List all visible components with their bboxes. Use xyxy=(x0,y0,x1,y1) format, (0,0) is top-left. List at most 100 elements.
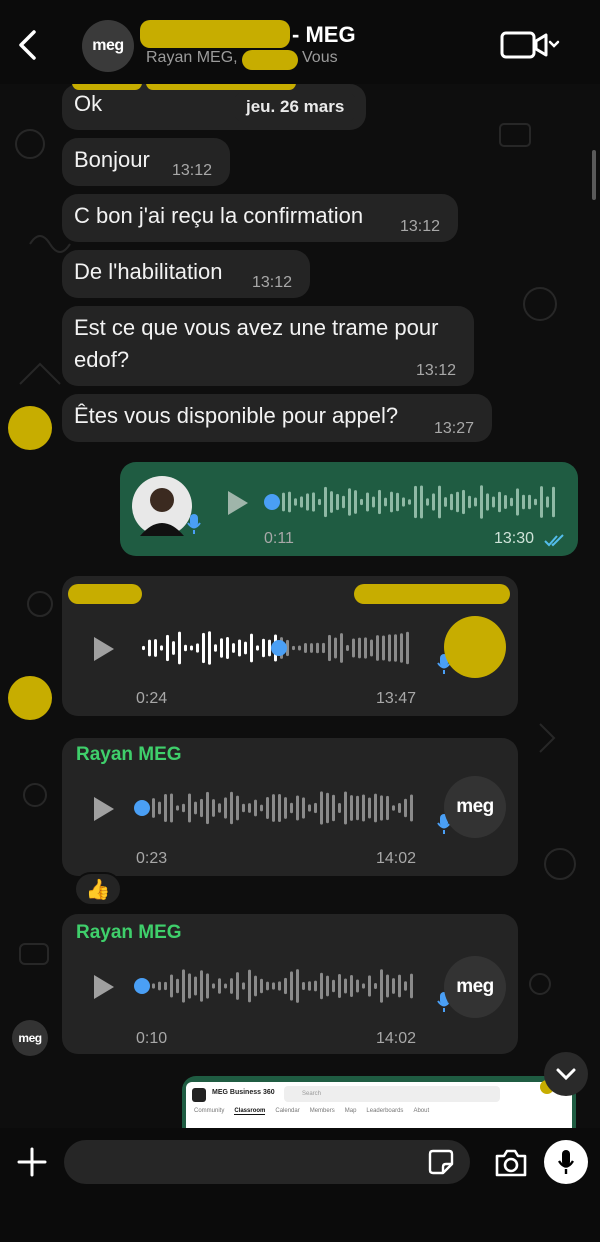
message-text: Êtes vous disponible pour appel? xyxy=(74,403,399,428)
group-title[interactable]: - MEG xyxy=(292,22,356,48)
waveform-bar xyxy=(356,979,359,993)
waveform-bar xyxy=(504,495,507,509)
waveform-bar xyxy=(474,497,477,507)
voice-waveform[interactable] xyxy=(264,482,560,522)
plus-icon[interactable] xyxy=(16,1146,48,1178)
message-bubble[interactable]: Êtes vous disponible pour appel? 13:27 xyxy=(62,394,492,442)
waveform-bar xyxy=(374,982,377,990)
waveform-bar xyxy=(398,803,401,813)
sender-avatar[interactable]: meg xyxy=(12,1020,48,1056)
back-chevron-icon[interactable] xyxy=(14,28,42,62)
waveform-bar xyxy=(308,804,311,812)
waveform-bar xyxy=(414,485,417,519)
waveform-bar xyxy=(302,797,305,819)
waveform-bar xyxy=(360,498,363,506)
message-time: 14:02 xyxy=(376,850,417,867)
waveform-bar xyxy=(326,975,329,997)
participants-you: Vous xyxy=(302,49,338,66)
message-time: 13:47 xyxy=(376,690,417,707)
message-bubble[interactable]: Bonjour 13:12 xyxy=(62,138,230,186)
waveform-bar xyxy=(242,982,245,990)
redacted-sender-avatar[interactable] xyxy=(8,676,52,720)
waveform-bar xyxy=(328,634,331,662)
image-message-preview[interactable]: MEG Business 360 Search Community Classr… xyxy=(182,1076,576,1128)
message-bubble[interactable]: Est ce que vous avez une trame pour edof… xyxy=(62,306,474,386)
preview-title: MEG Business 360 xyxy=(212,1089,275,1096)
record-voice-button[interactable] xyxy=(544,1140,588,1184)
message-bubble[interactable]: De l'habilitation 13:12 xyxy=(62,250,310,298)
waveform-bar xyxy=(298,645,301,651)
waveform-bar xyxy=(268,639,271,657)
waveform-bar xyxy=(218,803,221,813)
incoming-voice-message[interactable]: Rayan MEG meg 0:10 14:02 xyxy=(62,914,518,1054)
waveform-bar xyxy=(152,983,155,989)
waveform-bar xyxy=(224,797,227,819)
preview-tab: Community xyxy=(194,1108,225,1114)
chat-area[interactable]: Ok jeu. 26 mars Bonjour 13:12 C bon j'ai… xyxy=(0,84,600,1128)
play-icon[interactable] xyxy=(92,974,116,1000)
read-ticks-icon xyxy=(544,534,564,547)
meg-logo: meg xyxy=(456,796,494,817)
waveform-bar xyxy=(158,981,161,991)
message-input[interactable] xyxy=(64,1140,470,1184)
waveform-bar xyxy=(296,969,299,1003)
preview-tabs: Community Classroom Calendar Members Map… xyxy=(194,1108,429,1115)
waveform-bar xyxy=(184,644,187,652)
waveform-bar xyxy=(346,645,349,651)
waveform-bar xyxy=(344,978,347,994)
waveform-bar xyxy=(294,498,297,506)
scrollbar[interactable] xyxy=(592,150,596,200)
play-icon[interactable] xyxy=(92,796,116,822)
play-icon[interactable] xyxy=(226,490,250,516)
sender-avatar: meg xyxy=(444,776,506,838)
waveform-bar xyxy=(250,633,253,663)
message-text: De l'habilitation xyxy=(74,259,223,284)
date-separator: jeu. 26 mars xyxy=(234,92,357,122)
waveform-bar xyxy=(320,791,323,825)
sender-name[interactable]: Rayan MEG xyxy=(76,922,182,944)
message-time: 13:27 xyxy=(434,420,475,437)
outgoing-voice-message[interactable]: 0:11 13:30 xyxy=(120,462,578,556)
waveform-bar xyxy=(376,635,379,661)
scroll-to-bottom-button[interactable] xyxy=(544,1052,588,1096)
waveform-bar xyxy=(320,972,323,1000)
waveform-bar xyxy=(152,798,155,818)
message-time: 13:12 xyxy=(252,274,293,291)
voice-waveform[interactable] xyxy=(142,628,416,668)
thumbs-up-reaction[interactable]: 👍 xyxy=(74,872,122,906)
message-bubble[interactable]: C bon j'ai reçu la confirmation 13:12 xyxy=(62,194,458,242)
waveform-bar xyxy=(208,631,211,665)
meg-logo: meg xyxy=(456,976,494,997)
waveform-bar xyxy=(314,980,317,992)
waveform-bar xyxy=(224,983,227,989)
preview-tab: Calendar xyxy=(275,1108,300,1114)
group-avatar[interactable]: meg xyxy=(82,20,134,72)
redacted-sender-avatar[interactable] xyxy=(8,406,52,450)
play-icon[interactable] xyxy=(92,636,116,662)
voice-waveform[interactable] xyxy=(134,788,418,828)
waveform-bar xyxy=(398,974,401,998)
waveform-bar xyxy=(378,489,381,515)
message-text: C bon j'ai reçu la confirmation xyxy=(74,203,364,228)
waveform-bar xyxy=(392,805,395,811)
waveform-bar xyxy=(332,979,335,993)
waveform-bar xyxy=(450,493,453,511)
waveform-bar xyxy=(350,795,353,821)
video-camera-icon[interactable] xyxy=(500,30,560,60)
waveform-bar xyxy=(164,794,167,822)
waveform-bar xyxy=(510,497,513,507)
redacted-participant xyxy=(242,50,298,70)
voice-waveform[interactable] xyxy=(134,966,418,1006)
camera-icon[interactable] xyxy=(494,1148,528,1178)
waveform-bar xyxy=(338,974,341,998)
incoming-voice-message[interactable]: 0:24 13:47 xyxy=(62,576,518,716)
waveform-bar xyxy=(158,801,161,815)
sticker-icon[interactable] xyxy=(428,1149,454,1175)
waveform-bar xyxy=(308,981,311,991)
playhead-dot xyxy=(264,494,280,510)
sender-name[interactable]: Rayan MEG xyxy=(76,744,182,766)
waveform-bar xyxy=(244,641,247,655)
incoming-voice-message[interactable]: Rayan MEG meg 0:23 14:02 xyxy=(62,738,518,876)
waveform-bar xyxy=(260,804,263,812)
waveform-bar xyxy=(402,497,405,507)
